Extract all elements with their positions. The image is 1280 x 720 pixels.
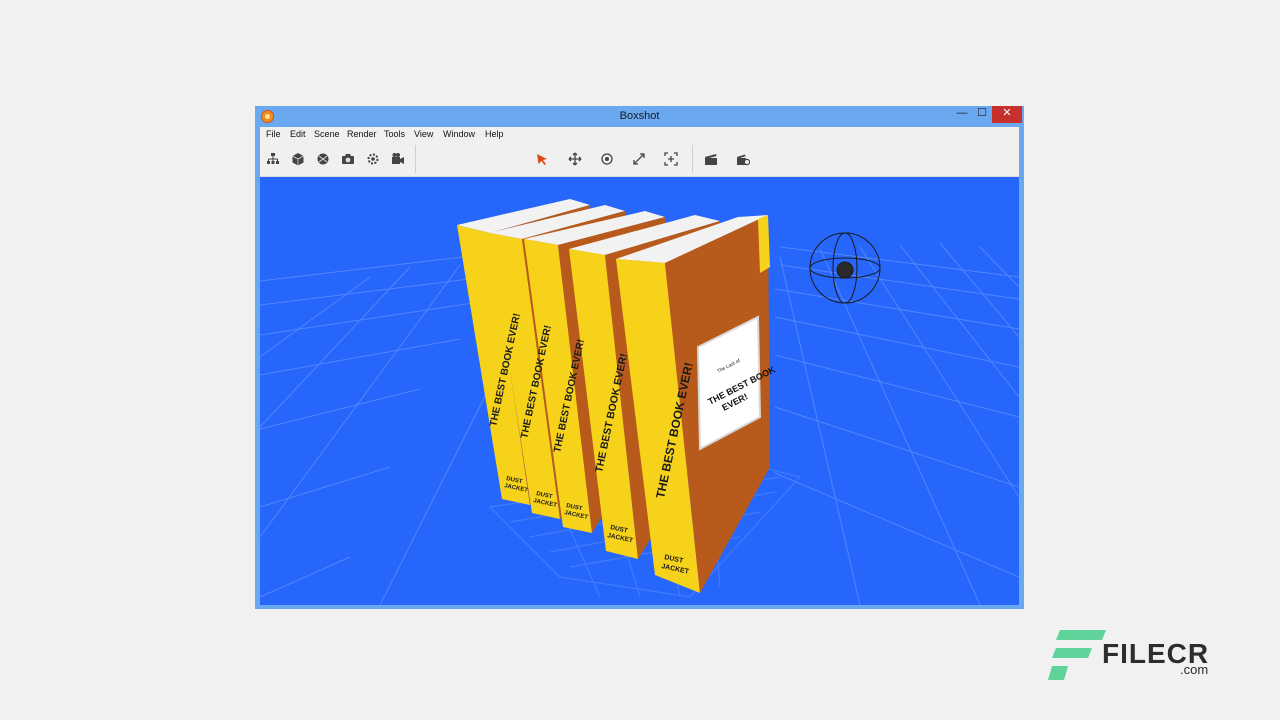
app-client-area: File Edit Scene Render Tools View Window… [260,127,1019,605]
move-icon[interactable] [565,149,585,169]
menu-view[interactable]: View [414,129,433,139]
scene-render: THE BEST BOOK EVER! THE BEST BOOK EVER! … [260,177,1019,605]
select-arrow-icon[interactable] [532,149,552,169]
camera-icon[interactable] [338,149,358,169]
menu-window[interactable]: Window [443,129,475,139]
title-bar[interactable]: Boxshot — ☐ ✕ [255,106,1024,127]
material-icon[interactable] [313,149,333,169]
menu-tools[interactable]: Tools [384,129,405,139]
box-icon[interactable] [288,149,308,169]
rotate-icon[interactable] [597,149,617,169]
3d-viewport[interactable]: THE BEST BOOK EVER! THE BEST BOOK EVER! … [260,177,1019,605]
menu-file[interactable]: File [266,129,281,139]
navigation-gizmo [810,233,880,303]
menu-bar: File Edit Scene Render Tools View Window… [260,127,1019,142]
render-clapper-icon[interactable] [701,149,721,169]
close-button[interactable]: ✕ [992,106,1022,123]
video-camera-icon[interactable] [388,149,408,169]
filecr-logo-icon [1046,628,1106,684]
menu-scene[interactable]: Scene [314,129,340,139]
maximize-button[interactable]: ☐ [973,106,991,123]
minimize-button[interactable]: — [953,106,971,123]
filecr-suffix-text: .com [1180,662,1208,677]
settings-icon[interactable] [363,149,383,169]
main-toolbar [260,142,1019,177]
scale-icon[interactable] [629,149,649,169]
fit-icon[interactable] [661,149,681,169]
scene-tree-icon[interactable] [263,149,283,169]
menu-edit[interactable]: Edit [290,129,306,139]
render-settings-icon[interactable] [733,149,753,169]
menu-help[interactable]: Help [485,129,504,139]
toolbar-separator [692,145,693,173]
menu-render[interactable]: Render [347,129,377,139]
filecr-watermark: FILECR .com [1046,628,1216,684]
app-window: Boxshot — ☐ ✕ File Edit Scene Render Too… [255,106,1024,609]
window-title: Boxshot [255,110,1024,122]
toolbar-separator [415,145,416,173]
